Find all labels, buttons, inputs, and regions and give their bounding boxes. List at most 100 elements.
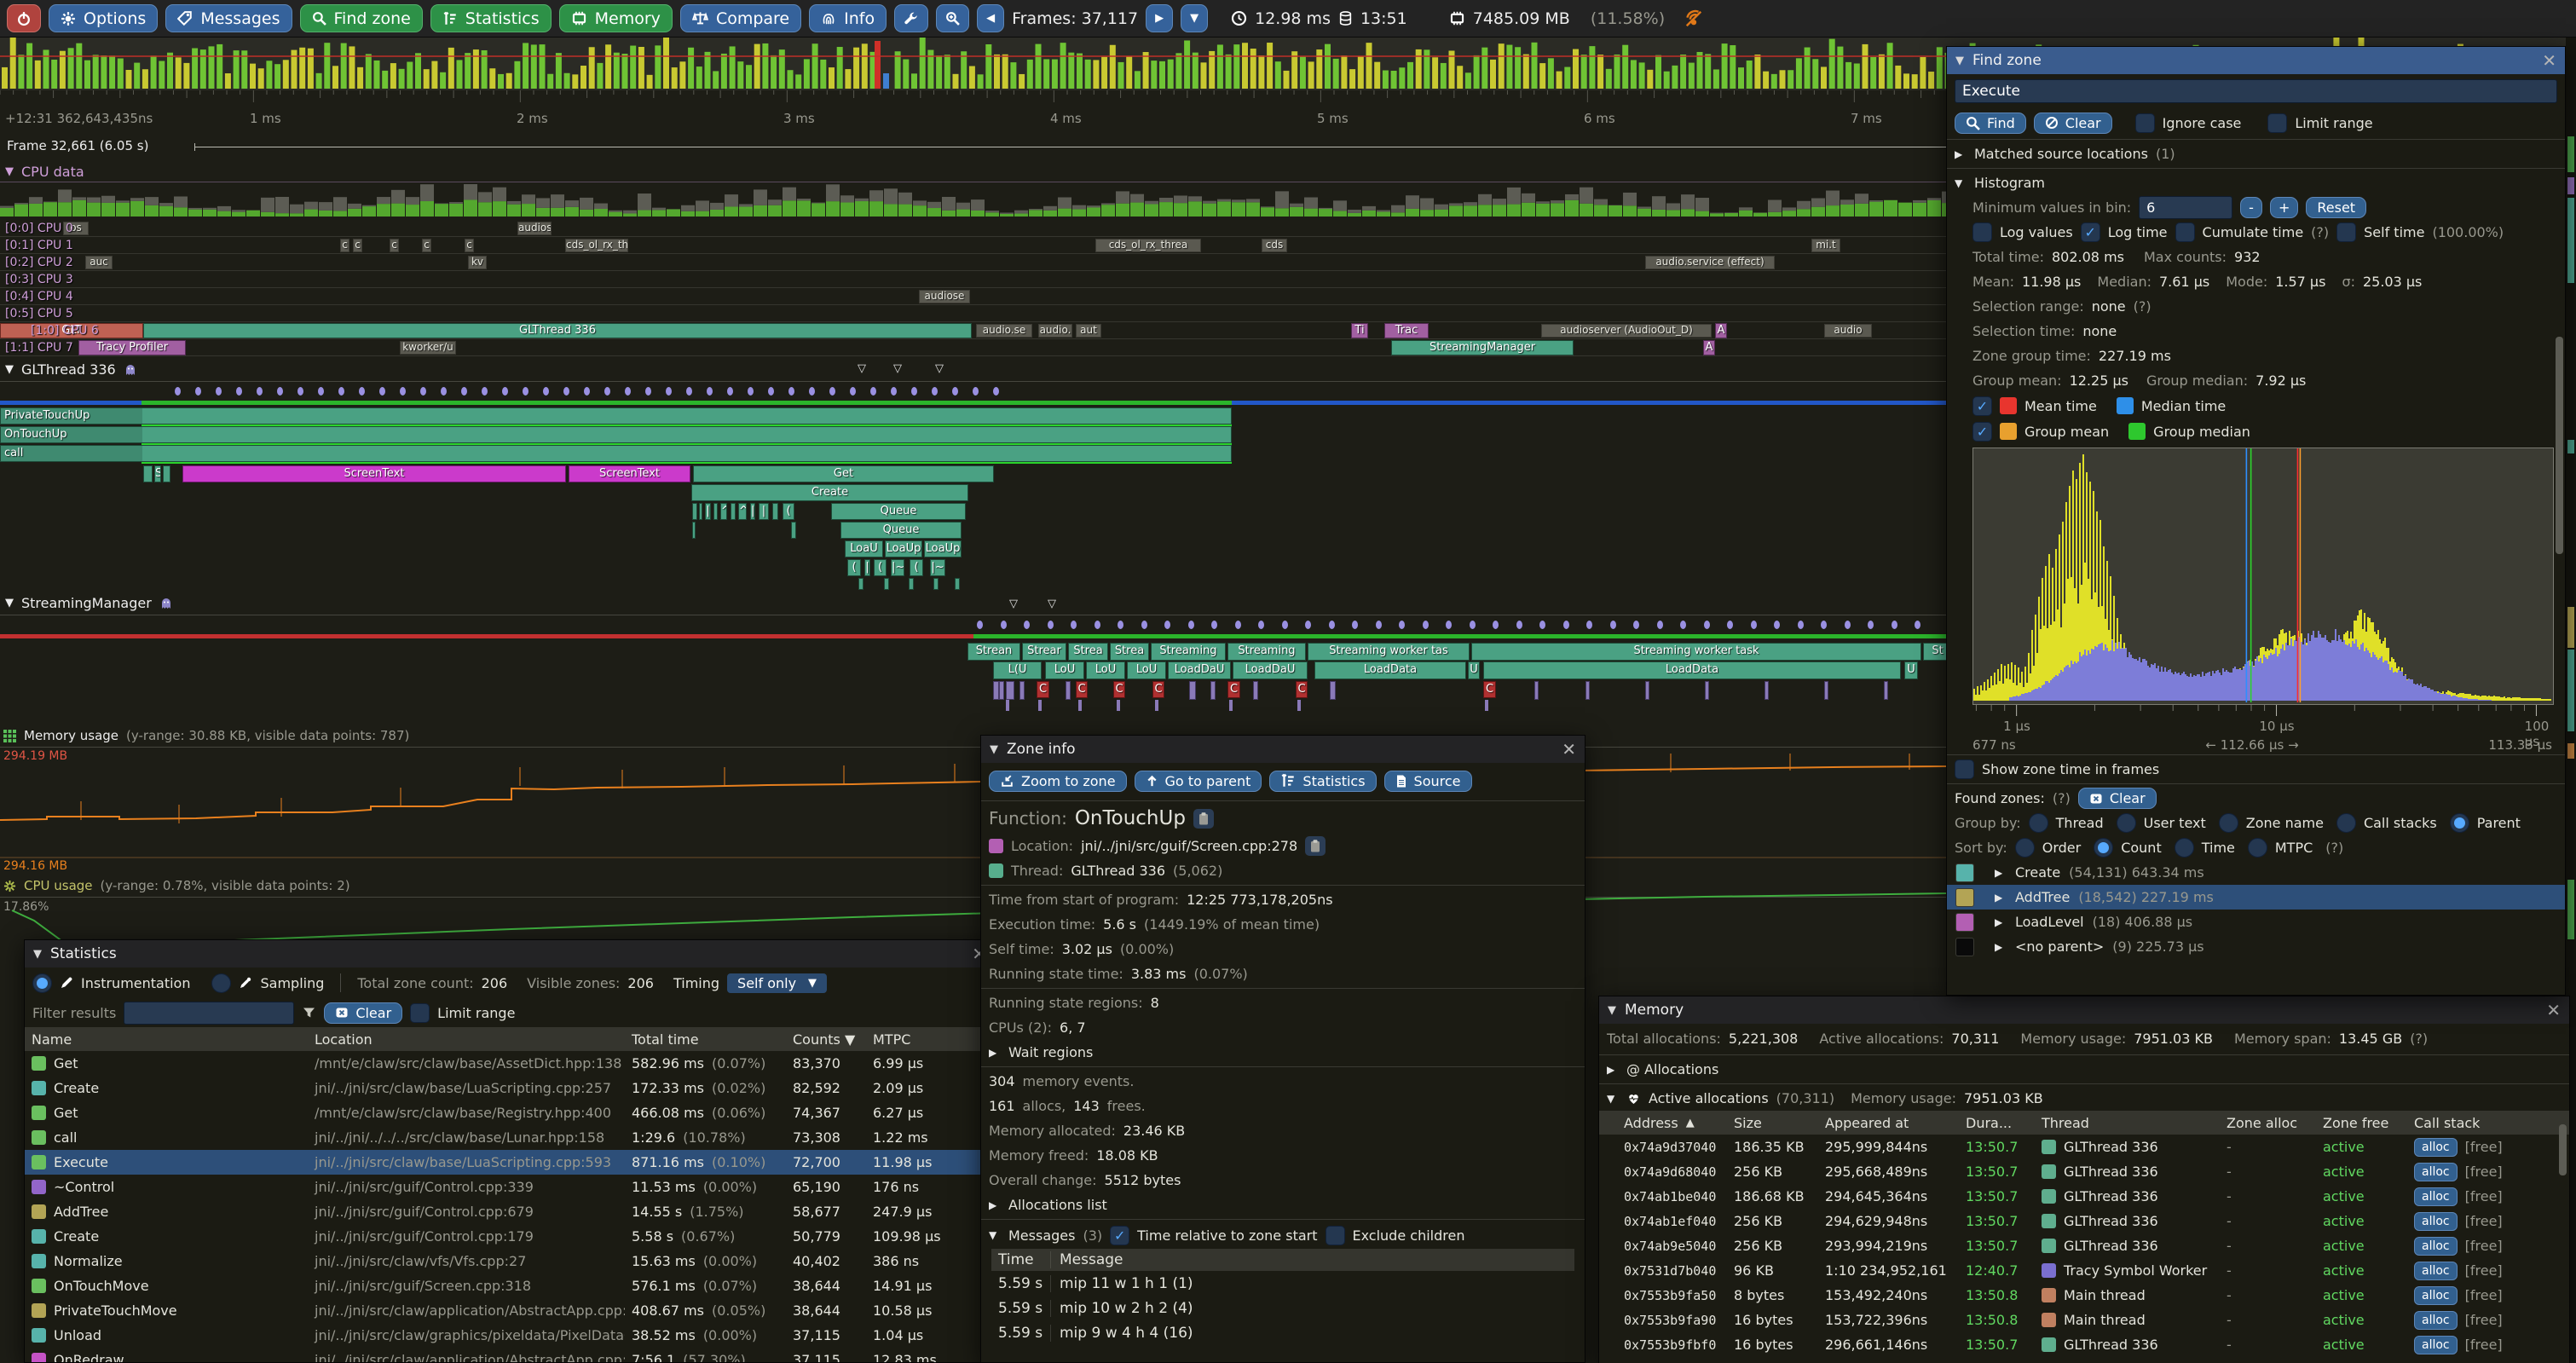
instrumentation-radio[interactable] xyxy=(32,973,52,993)
zone-bar[interactable]: LoaUp xyxy=(924,540,962,557)
zone-bar[interactable]: Strea xyxy=(1068,643,1108,661)
zone-bar[interactable]: ScreenText xyxy=(182,465,566,482)
sample-dot[interactable] xyxy=(175,387,181,396)
zone-bar[interactable]: aut xyxy=(1076,324,1101,338)
statistics-row[interactable]: Executejni/../jni/src/claw/base/LuaScrip… xyxy=(25,1150,995,1175)
memory-scrollbar[interactable] xyxy=(2559,1124,2567,1175)
zone-bar[interactable]: LoU xyxy=(1127,661,1166,679)
zone-bar[interactable] xyxy=(699,503,702,520)
reset-button[interactable]: Reset xyxy=(2306,197,2366,218)
sample-dot[interactable] xyxy=(1845,621,1851,629)
alloc-callstack-button[interactable]: alloc xyxy=(2414,1138,2458,1157)
statistics-row[interactable]: OnTouchMovejni/../jni/src/guif/Screen.cp… xyxy=(25,1273,995,1298)
zone-bar[interactable]: LoadData xyxy=(1483,661,1901,679)
sample-dot[interactable] xyxy=(461,387,467,396)
zone-bar[interactable]: LoU xyxy=(1086,661,1125,679)
allocation-row[interactable]: 0x74a9d68040256 KB295,668,489ns13:50.7GL… xyxy=(1599,1159,2569,1184)
sample-dot[interactable] xyxy=(686,387,692,396)
sample-dot[interactable] xyxy=(1470,621,1476,629)
crash-disabled-icon[interactable] xyxy=(1684,9,1703,28)
allocation-row[interactable]: 0x7531d7b04096 KB1:10 234,952,16112:40.7… xyxy=(1599,1258,2569,1283)
glthread-header[interactable]: ▼ GLThread 336 xyxy=(5,361,137,378)
time-relative-checkbox[interactable] xyxy=(1110,1226,1129,1245)
log-values-checkbox[interactable] xyxy=(1972,222,1992,242)
alloc-callstack-button[interactable]: alloc xyxy=(2414,1237,2458,1256)
sample-dot[interactable] xyxy=(1774,621,1780,629)
zone-bar[interactable]: U xyxy=(1904,661,1918,679)
zone-bar[interactable]: cds_ol_rx_thr xyxy=(565,239,628,252)
find-zone-button[interactable]: Find zone xyxy=(300,4,423,32)
legend-color-swatch[interactable] xyxy=(2117,397,2134,414)
statistics-row[interactable]: Unloadjni/../jni/src/claw/graphics/pixel… xyxy=(25,1323,995,1348)
sample-dot[interactable] xyxy=(1563,621,1569,629)
sort-by-radio-order[interactable] xyxy=(2015,838,2035,858)
zone-bar[interactable]: c xyxy=(390,239,399,252)
zone-bar[interactable]: audiose xyxy=(919,290,970,303)
sample-dot[interactable] xyxy=(1071,621,1077,629)
sample-dot[interactable] xyxy=(563,387,569,396)
alloc-callstack-button[interactable]: alloc xyxy=(2414,1187,2458,1206)
sample-dot[interactable] xyxy=(1493,621,1499,629)
sample-dot[interactable] xyxy=(318,387,324,396)
zone-bar[interactable]: PrivateTouchUp xyxy=(0,407,1232,424)
streaming-header[interactable]: ▼ StreamingManager xyxy=(5,595,173,611)
sample-dot[interactable] xyxy=(543,387,549,396)
sample-dot[interactable] xyxy=(1305,621,1311,629)
active-allocations-expander[interactable]: ▼ Active allocations (70,311) Memory usa… xyxy=(1599,1086,2569,1111)
frame-dropdown-button[interactable]: ▼ xyxy=(1181,4,1208,32)
options-button[interactable]: Options xyxy=(49,4,158,32)
zone-bar[interactable]: kworker/u xyxy=(400,341,456,355)
zone-bar[interactable]: LoadDaU xyxy=(1233,661,1308,679)
zone-bar[interactable]: c xyxy=(340,239,349,252)
zone-bar[interactable] xyxy=(163,465,170,482)
message-marker[interactable]: ▽ xyxy=(1048,598,1056,609)
sample-dot[interactable] xyxy=(870,387,876,396)
sample-dot[interactable] xyxy=(625,387,631,396)
statistics-row[interactable]: PrivateTouchMovejni/../jni/src/claw/appl… xyxy=(25,1298,995,1323)
timing-dropdown[interactable]: Self only▼ xyxy=(727,973,827,993)
memory-plot-header[interactable]: Memory usage (y-range: 30.88 KB, visible… xyxy=(3,728,409,743)
statistics-row[interactable]: Get/mnt/e/claw/src/claw/base/Registry.hp… xyxy=(25,1100,995,1125)
zoom-search-button[interactable] xyxy=(936,4,969,32)
sample-dot[interactable] xyxy=(1821,621,1827,629)
allocation-row[interactable]: 0x74ab1ef040256 KB294,629,948ns13:50.7GL… xyxy=(1599,1209,2569,1233)
allocation-row[interactable]: 0x7553b9fa508 bytes153,492,240ns13:50.8M… xyxy=(1599,1283,2569,1308)
find-zone-search-input[interactable] xyxy=(1955,79,2557,103)
sample-dot[interactable] xyxy=(1376,621,1382,629)
frame-label[interactable]: Frame 32,661 (6.05 s) xyxy=(7,138,148,153)
log-time-checkbox[interactable] xyxy=(2081,222,2100,242)
filter-input[interactable] xyxy=(124,1002,294,1025)
copy-button[interactable] xyxy=(1193,809,1214,829)
allocation-row[interactable]: 0x7553b9fa9016 bytes153,722,396ns13:50.8… xyxy=(1599,1308,2569,1332)
message-row[interactable]: 5.59 smip 10 w 2 h 2 (4) xyxy=(991,1296,1574,1320)
sample-dot[interactable] xyxy=(829,387,835,396)
found-zone-row[interactable]: ▶LoadLevel(18) 406.88 µs xyxy=(1947,910,2565,934)
legend-checkbox[interactable] xyxy=(1972,396,1992,416)
zone-bar[interactable]: Streaming worker tas xyxy=(1308,643,1470,661)
zone-bar[interactable]: audio.service (effect) xyxy=(1645,256,1775,269)
sample-dot[interactable] xyxy=(584,387,590,396)
sampling-radio[interactable] xyxy=(211,973,231,993)
statistics-table-header[interactable]: Name Location Total time Counts ▼ MTPC xyxy=(25,1027,995,1051)
prev-frame-button[interactable]: ◀ xyxy=(977,4,1004,32)
memory-plot[interactable] xyxy=(0,754,1946,861)
zone-bar[interactable]: Get xyxy=(693,465,994,482)
sample-dot[interactable] xyxy=(338,387,344,396)
allocation-row[interactable]: 0x7553b9fbf016 bytes296,661,146ns13:50.7… xyxy=(1599,1332,2569,1357)
sample-dot[interactable] xyxy=(1727,621,1733,629)
sample-dot[interactable] xyxy=(216,387,222,396)
zone-bar[interactable]: Strean xyxy=(967,643,1020,661)
sample-dot[interactable] xyxy=(1118,621,1123,629)
allocation-row[interactable]: 0x74ab9e5040256 KB293,994,219ns13:50.7GL… xyxy=(1599,1233,2569,1258)
sample-dot[interactable] xyxy=(236,387,242,396)
source-button[interactable]: Source xyxy=(1384,771,1472,792)
go-to-parent-button[interactable]: Go to parent xyxy=(1135,771,1262,792)
sample-dot[interactable] xyxy=(1001,621,1007,629)
sample-dot[interactable] xyxy=(1680,621,1686,629)
sample-dot[interactable] xyxy=(502,387,508,396)
message-row[interactable]: 5.59 smip 9 w 4 h 4 (16) xyxy=(991,1320,1574,1345)
zone-bar[interactable]: StreamingManager xyxy=(1391,340,1574,355)
zone-bar[interactable]: c xyxy=(465,239,474,252)
legend-color-swatch[interactable] xyxy=(2128,423,2146,440)
power-button[interactable] xyxy=(7,4,41,32)
